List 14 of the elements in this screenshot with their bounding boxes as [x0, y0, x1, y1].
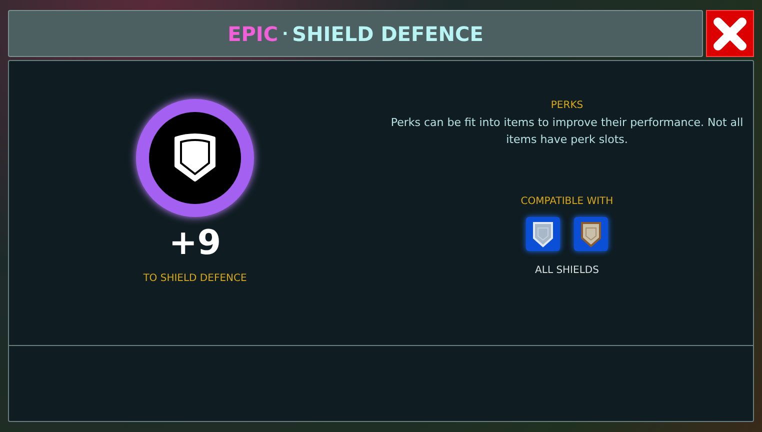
title-separator: ·: [282, 22, 288, 44]
shield-icon: [526, 217, 560, 251]
compatible-heading: COMPATIBLE WITH: [520, 195, 614, 209]
stat-label: TO SHIELD DEFENCE: [143, 272, 247, 286]
perks-description: Perks can be fit into items to improve their performance. Not all items have perk slots.: [390, 115, 744, 148]
close-icon: [712, 16, 748, 52]
rarity-label: EPIC: [228, 20, 278, 48]
compatible-label: ALL SHIELDS: [535, 264, 599, 278]
shield-icon: [172, 132, 218, 184]
window-title: SHIELD DEFENCE: [292, 20, 484, 48]
stat-value: +9: [168, 223, 222, 263]
shield-icon: [574, 217, 608, 251]
perks-heading: PERKS: [550, 99, 584, 113]
close-button[interactable]: [706, 10, 754, 57]
